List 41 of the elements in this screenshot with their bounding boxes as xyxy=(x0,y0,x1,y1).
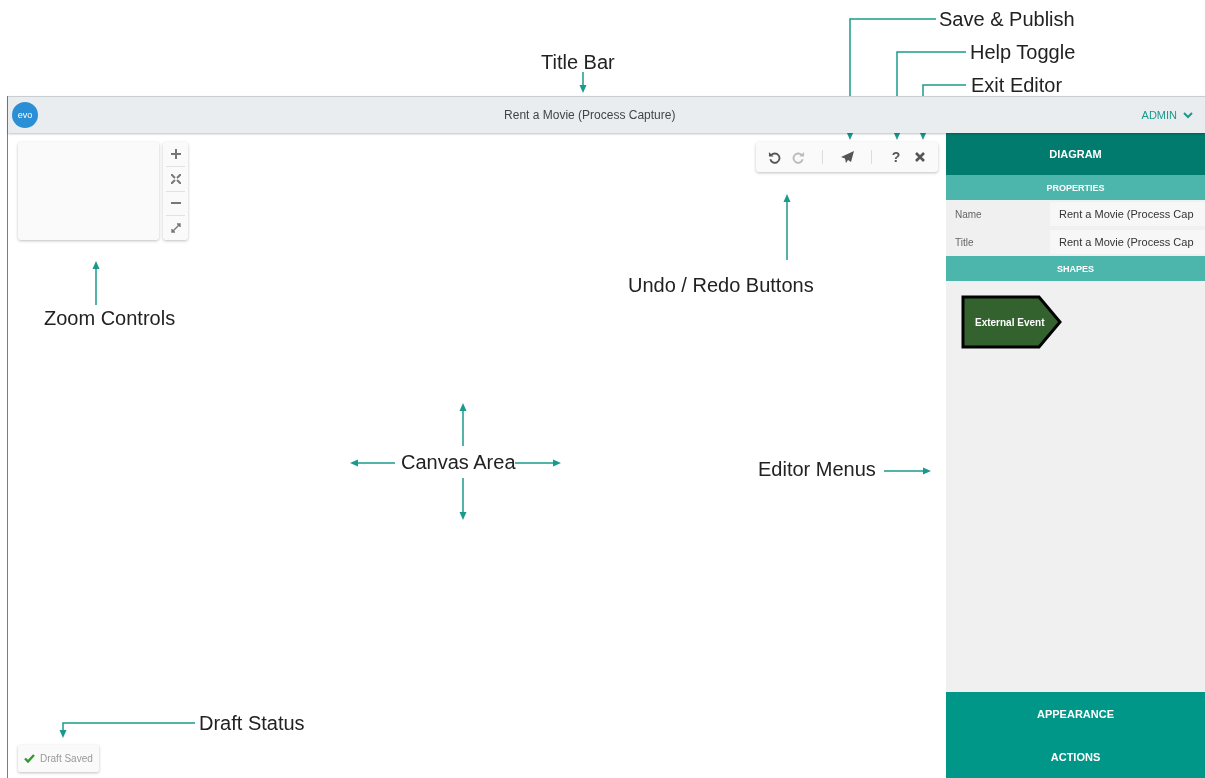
panel-menu[interactable]: ACTIONS xyxy=(946,735,1205,778)
undo-icon xyxy=(767,150,781,164)
annotation-arrow xyxy=(883,467,931,475)
annotation-label: Save & Publish xyxy=(939,7,1075,31)
window-title: Rent a Movie (Process Capture) xyxy=(503,108,677,122)
annotation-label: Editor Menus xyxy=(758,457,876,481)
zoom-in-icon xyxy=(170,148,181,159)
panel-menu[interactable]: APPEARANCE xyxy=(946,692,1205,735)
check-icon xyxy=(24,754,35,763)
annotation-arrow xyxy=(459,403,467,447)
annotation-label: Canvas Area xyxy=(401,450,516,474)
annotation-label: Help Toggle xyxy=(970,40,1076,64)
section-heading: SHAPES xyxy=(946,256,1205,281)
panel-header[interactable]: DIAGRAM xyxy=(946,133,1205,175)
zoom-out-icon xyxy=(170,202,181,205)
shape-item[interactable]: External Event xyxy=(961,295,1063,349)
section-heading: PROPERTIES xyxy=(946,175,1205,200)
close-icon xyxy=(915,152,925,162)
annotation-arrow xyxy=(579,71,587,93)
annotation-arrow xyxy=(350,459,396,467)
annotation-arrow xyxy=(92,261,100,306)
annotation-label: Title Bar xyxy=(541,50,615,74)
app-logo: evo xyxy=(12,102,38,128)
property-label: Title xyxy=(954,236,975,248)
property-field[interactable]: Rent a Movie (Process Cap xyxy=(1050,230,1205,254)
property-label: Name xyxy=(954,208,983,220)
annotation-arrow xyxy=(514,459,561,467)
annotation-label: Zoom Controls xyxy=(44,306,176,330)
fit-screen-icon xyxy=(170,173,181,184)
chevron-down-icon xyxy=(1183,111,1193,119)
property-field[interactable]: Rent a Movie (Process Cap xyxy=(1050,202,1205,226)
annotation-arrow xyxy=(459,477,467,520)
annotation-label: Draft Status xyxy=(199,711,305,735)
draft-status-text: Draft Saved xyxy=(40,753,93,764)
help-button[interactable]: ? xyxy=(884,145,908,169)
expand-icon xyxy=(170,223,181,234)
annotation-arrow xyxy=(783,194,791,261)
paper-plane-icon xyxy=(840,151,854,163)
redo-icon xyxy=(791,150,805,164)
annotation-label: Exit Editor xyxy=(971,73,1063,97)
annotation-label: Undo / Redo Buttons xyxy=(628,273,814,297)
